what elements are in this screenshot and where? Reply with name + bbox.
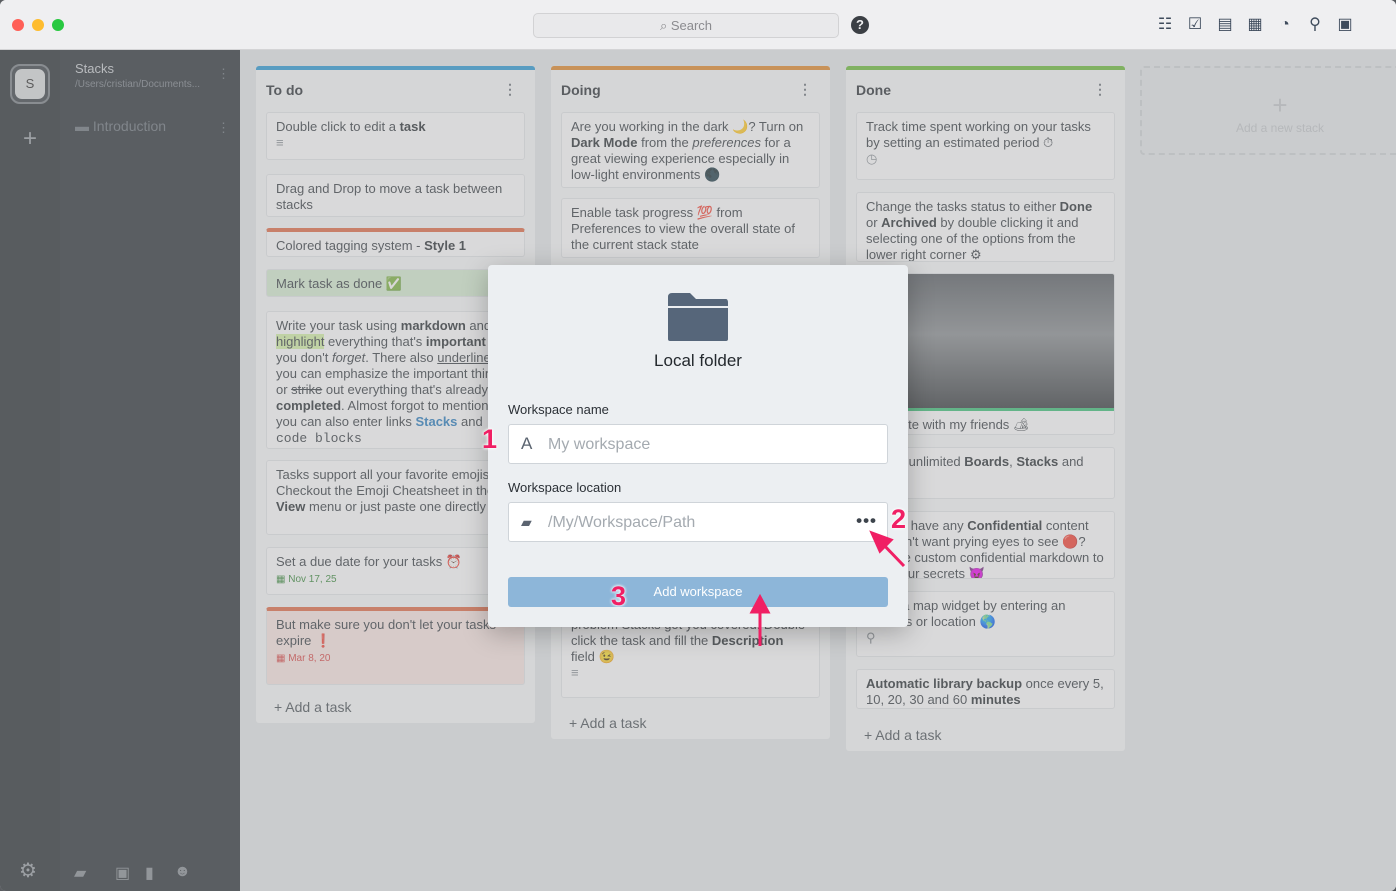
callout-arrows [749, 530, 906, 646]
app-window: ⌕ Search ? ☷ ☑ ▤ ▦ ◔ ⚲ ▣ S + ⚙ Stacks /U… [0, 0, 1396, 891]
arrow-3-head [749, 593, 771, 614]
